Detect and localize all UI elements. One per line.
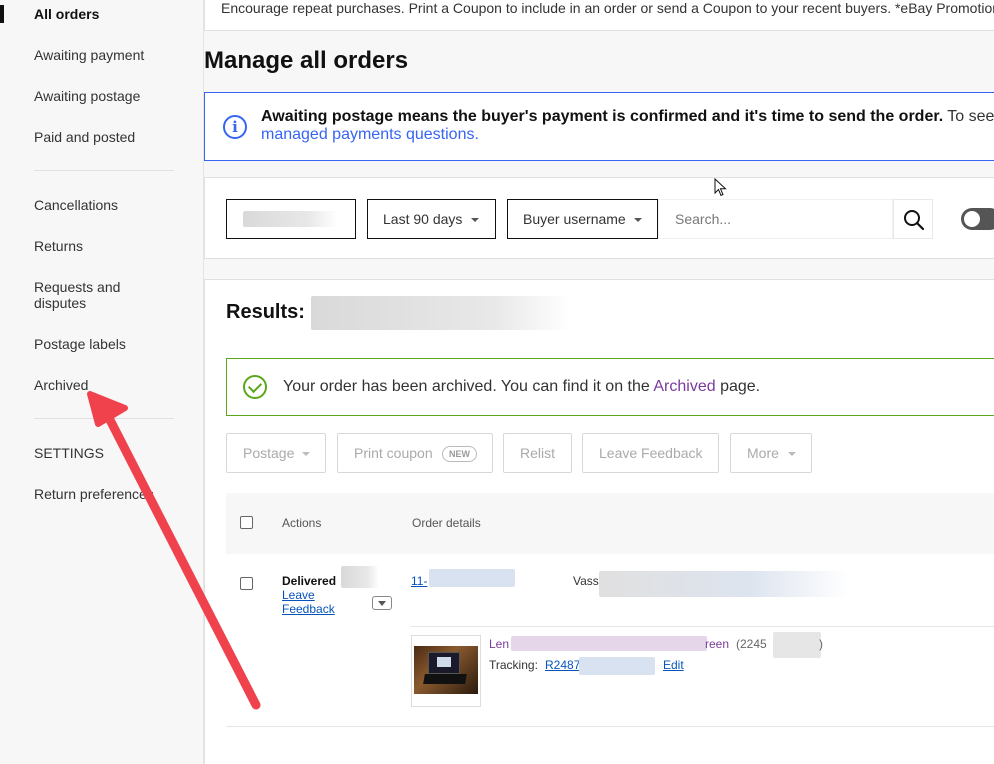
leave-feedback-link[interactable]: Leave [282,588,315,602]
chevron-down-icon [634,218,642,222]
postage-button[interactable]: Postage [226,433,326,473]
settings-heading: SETTINGS [34,445,105,461]
item-title-link[interactable]: Len [489,637,509,651]
chevron-down-icon [788,452,796,456]
search-by-dropdown[interactable]: Buyer username [507,199,658,239]
info-rest-text: To see [947,108,994,125]
item-title-suffix: reen [705,637,730,651]
filter-bar: Last 90 days Buyer username Search... [204,177,994,259]
redacted-value [243,211,337,227]
sidebar-divider [34,418,174,419]
column-header-actions: Actions [282,516,322,530]
sidebar-divider [34,170,174,171]
managed-payments-link[interactable]: managed payments questions. [261,126,479,144]
redacted-order-number [429,569,515,587]
main-content: Encourage repeat purchases. Print a Coup… [204,0,994,764]
success-suffix: page. [720,378,761,395]
archived-page-link[interactable]: Archived [653,378,715,395]
more-label: More [747,445,779,461]
row-divider [411,626,994,627]
more-button[interactable]: More [730,433,812,473]
sidebar-item-cancellations[interactable]: Cancellations [34,197,118,213]
promo-text: Encourage repeat purchases. Print a Coup… [221,0,994,16]
select-all-checkbox[interactable] [240,516,253,529]
order-number-link[interactable]: 11- [411,574,427,588]
info-bold-text: Awaiting postage means the buyer's payme… [261,108,944,125]
info-banner: i Awaiting postage means the buyer's pay… [204,92,994,161]
date-range-dropdown[interactable]: Last 90 days [367,199,496,239]
results-panel: Results: Your order has been archived. Y… [204,279,994,764]
success-banner: Your order has been archived. You can fi… [226,358,994,416]
date-range-value: Last 90 days [383,211,463,227]
order-status: Delivered [282,574,337,588]
redacted-item-title [511,636,707,651]
redacted-date [341,566,379,588]
active-indicator [0,5,4,23]
sidebar-item-returns[interactable]: Returns [34,238,83,254]
relist-button[interactable]: Relist [503,433,572,473]
item-id: (2245 [736,637,767,651]
page-title: Manage all orders [204,47,409,74]
sidebar-item-paid-and-posted[interactable]: Paid and posted [34,129,135,145]
chevron-down-icon [302,452,310,456]
laptop-image [414,646,478,694]
leave-feedback-label: Leave Feedback [599,445,703,461]
print-coupon-label: Print coupon [354,445,433,461]
search-input[interactable]: Search... [658,199,893,239]
sidebar-item-requests-and-disputes[interactable]: Requests and disputes [34,279,120,311]
results-label: Results: [226,301,305,323]
tracking-number-link[interactable]: R2487 [545,658,580,672]
new-badge: NEW [442,446,477,462]
leave-feedback-button[interactable]: Leave Feedback [582,433,719,473]
search-placeholder: Search... [675,211,732,227]
item-thumbnail[interactable] [411,635,481,707]
relist-label: Relist [520,445,556,461]
promo-banner: Encourage repeat purchases. Print a Coup… [204,0,994,31]
table-header: Actions Order details [226,493,994,554]
column-header-order-details: Order details [412,516,481,530]
chevron-down-icon [471,218,479,222]
laptop-keyboard [423,674,467,684]
success-message: Your order has been archived. You can fi… [283,378,760,396]
postage-button-label: Postage [243,445,295,461]
sidebar-item-postage-labels[interactable]: Postage labels [34,336,126,352]
sidebar-item-archived[interactable]: Archived [34,377,88,393]
search-by-value: Buyer username [523,211,626,227]
redacted-item-id [773,632,821,658]
sidebar-item-awaiting-payment[interactable]: Awaiting payment [34,47,144,63]
search-button[interactable] [893,199,933,239]
search-icon [904,210,925,231]
view-toggle[interactable] [961,208,994,230]
tracking-label: Tracking: [489,658,538,672]
success-prefix: Your order has been archived. You can fi… [283,378,650,395]
status-filter-dropdown[interactable] [226,199,356,239]
info-icon: i [223,115,247,139]
redacted-tracking-number [579,657,655,675]
print-coupon-button[interactable]: Print coupon NEW [337,433,493,473]
sidebar-item-return-preferences[interactable]: Return preferences [34,486,154,502]
laptop-screen [428,652,460,674]
sidebar: All orders Awaiting payment Awaiting pos… [0,0,204,764]
mouse-cursor-icon [714,178,727,197]
row-actions-dropdown[interactable] [372,596,392,610]
row-checkbox[interactable] [240,577,253,590]
redacted-results-count [311,296,571,330]
check-circle-icon [243,375,267,399]
edit-tracking-link[interactable]: Edit [663,658,684,672]
buyer-name: Vass [573,574,599,588]
item-id-close: ) [819,637,823,651]
redacted-buyer-name [599,571,849,597]
sidebar-item-awaiting-postage[interactable]: Awaiting postage [34,88,140,104]
row-bottom-divider [226,726,994,727]
sidebar-item-all-orders[interactable]: All orders [34,6,99,22]
leave-feedback-link-line2[interactable]: Feedback [282,602,335,616]
info-text: Awaiting postage means the buyer's payme… [261,107,994,126]
